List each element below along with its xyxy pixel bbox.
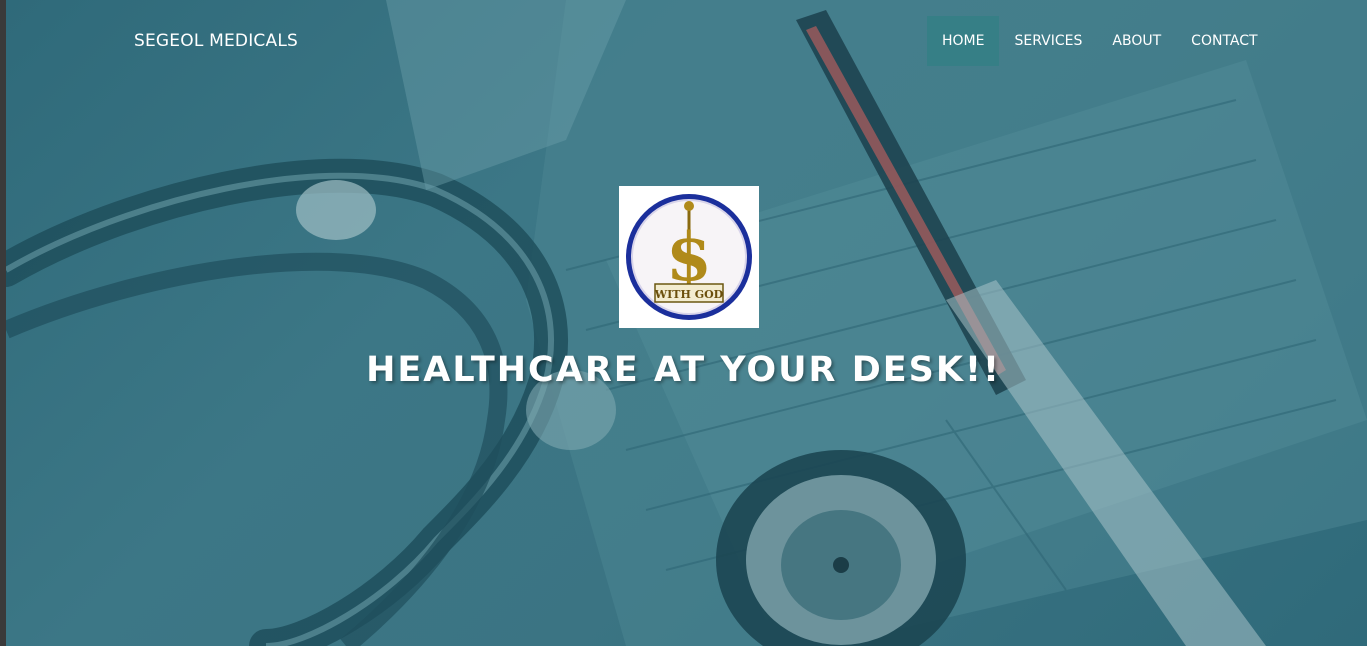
hero-headline: HEALTHCARE AT YOUR DESK!! [366,350,1001,390]
main-nav: HOME SERVICES ABOUT CONTACT [927,16,1273,66]
brand-logo-text[interactable]: SEGEOL MEDICALS [134,31,298,51]
nav-home[interactable]: HOME [927,16,1000,66]
nav-contact[interactable]: CONTACT [1176,16,1272,66]
company-logo: $ WITH GOD [619,186,759,328]
nav-about[interactable]: ABOUT [1097,16,1176,66]
nav-services[interactable]: SERVICES [999,16,1097,66]
page-content-start [0,646,1367,671]
logo-text: WITH GOD [654,288,724,301]
